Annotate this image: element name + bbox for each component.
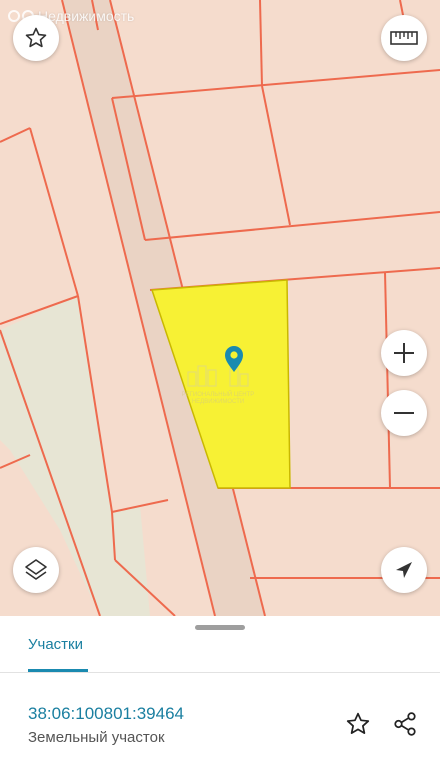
- bottom-sheet: Участки 38:06:100801:39464 Земельный уча…: [0, 616, 440, 768]
- share-button[interactable]: [390, 709, 420, 739]
- layers-button[interactable]: [13, 547, 59, 593]
- tab-parcels[interactable]: Участки: [28, 636, 83, 653]
- divider: [0, 672, 440, 673]
- cadastral-number[interactable]: 38:06:100801:39464: [28, 704, 184, 724]
- ruler-icon: [390, 31, 418, 45]
- favorite-map-button[interactable]: [13, 15, 59, 61]
- plus-icon: [394, 343, 414, 363]
- parcel-type: Земельный участок: [28, 729, 165, 746]
- zoom-out-button[interactable]: [381, 390, 427, 436]
- map-view[interactable]: РЕГИОНАЛЬНЫЙ ЦЕНТР НЕДВИЖИМОСТИ Недвижим…: [0, 0, 440, 616]
- star-outline-icon: [25, 27, 47, 48]
- map-canvas[interactable]: РЕГИОНАЛЬНЫЙ ЦЕНТР НЕДВИЖИМОСТИ: [0, 0, 440, 616]
- layers-icon: [25, 559, 47, 580]
- svg-text:РЕГИОНАЛЬНЫЙ ЦЕНТР: РЕГИОНАЛЬНЫЙ ЦЕНТР: [182, 390, 255, 398]
- svg-text:НЕДВИЖИМОСТИ: НЕДВИЖИМОСТИ: [192, 399, 244, 405]
- zoom-in-button[interactable]: [381, 330, 427, 376]
- navigation-arrow-icon: [396, 562, 412, 578]
- ruler-button[interactable]: [381, 15, 427, 61]
- star-outline-icon: [346, 712, 370, 734]
- sheet-drag-handle[interactable]: [195, 625, 245, 630]
- my-location-button[interactable]: [381, 547, 427, 593]
- favorite-parcel-button[interactable]: [343, 709, 373, 739]
- minus-icon: [394, 412, 414, 414]
- share-icon: [394, 712, 416, 736]
